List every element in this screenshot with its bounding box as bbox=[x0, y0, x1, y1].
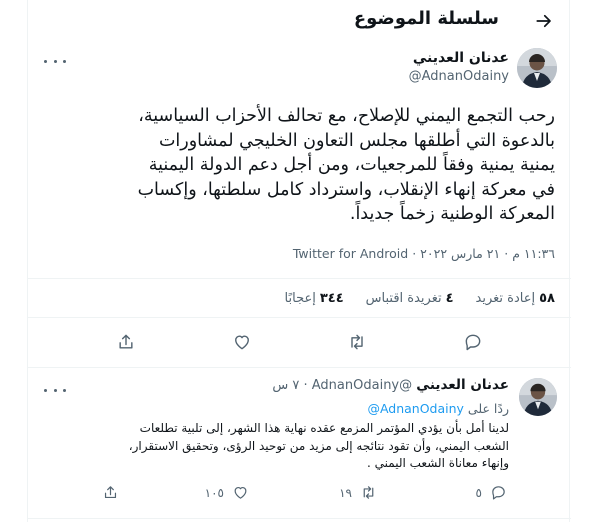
author-name[interactable]: عدنان العديني bbox=[416, 377, 509, 393]
like-button[interactable] bbox=[224, 324, 260, 360]
replying-to: ردًا على @AdnanOdainy bbox=[367, 401, 509, 416]
likes-count: ١٠٥ bbox=[204, 485, 224, 500]
reply-header: عدنان العديني @AdnanOdainy · ٧ س bbox=[272, 377, 509, 393]
tweet-meta: ١١:٣٦ م·٢١ مارس ٢٠٢٢·Twitter for Android bbox=[292, 246, 555, 261]
back-button[interactable] bbox=[531, 8, 557, 34]
tweet-actions bbox=[28, 318, 571, 366]
share-button[interactable] bbox=[102, 484, 119, 501]
share-icon bbox=[119, 334, 133, 349]
share-button[interactable] bbox=[108, 324, 144, 360]
avatar-image bbox=[517, 48, 557, 88]
author-handle[interactable]: @AdnanOdainy bbox=[409, 69, 509, 84]
quotes-count: ٤ bbox=[445, 290, 454, 306]
retweet-button[interactable] bbox=[339, 324, 375, 360]
avatar[interactable] bbox=[519, 378, 557, 416]
reply-icon bbox=[492, 486, 505, 500]
retweets-stat[interactable]: ٥٨إعادة تغريد bbox=[476, 291, 555, 306]
likes-stat[interactable]: ٣٤٤إعجابًا bbox=[285, 291, 344, 306]
retweets-count: ٥٨ bbox=[539, 290, 555, 306]
tweet-date[interactable]: ٢١ مارس ٢٠٢٢ bbox=[420, 246, 500, 261]
replying-to-mention[interactable]: @AdnanOdainy bbox=[367, 401, 464, 416]
tweet-time[interactable]: ٧ س bbox=[272, 378, 299, 393]
tweet-stats: ٥٨إعادة تغريد ٤تغريدة اقتباس ٣٤٤إعجابًا bbox=[28, 278, 571, 318]
tweet-actions: ٥ ١٩ ١٠٥ bbox=[28, 484, 571, 508]
more-options-icon[interactable] bbox=[44, 383, 66, 397]
like-button[interactable]: ١٠٥ bbox=[205, 484, 249, 501]
reply-button[interactable] bbox=[455, 324, 491, 360]
heart-icon bbox=[234, 335, 249, 350]
thread-column: سلسلة الموضوع عدنان العديني @AdnanOdainy… bbox=[27, 0, 571, 522]
reply-tweet[interactable]: عدنان العديني @AdnanOdainy · ٧ س ردًا عل… bbox=[28, 369, 571, 519]
retweet-icon bbox=[351, 334, 364, 350]
share-icon bbox=[104, 486, 117, 499]
main-tweet: عدنان العديني @AdnanOdainy رحب التجمع ال… bbox=[28, 42, 571, 368]
author-block[interactable]: عدنان العديني @AdnanOdainy bbox=[409, 50, 509, 84]
page-title: سلسلة الموضوع bbox=[353, 8, 499, 29]
author-name[interactable]: عدنان العديني bbox=[409, 50, 509, 66]
quotes-stat[interactable]: ٤تغريدة اقتباس bbox=[366, 291, 454, 306]
retweet-icon bbox=[363, 486, 374, 499]
retweets-label: إعادة تغريد bbox=[475, 290, 536, 306]
quotes-label: تغريدة اقتباس bbox=[365, 290, 442, 306]
tweet-text: لدينا أمل بأن يؤدي المؤتمر المزمع عقده ن… bbox=[128, 421, 509, 470]
replies-count: ٥ bbox=[475, 485, 482, 500]
replying-to-label: ردًا على bbox=[467, 401, 509, 416]
page-header: سلسلة الموضوع bbox=[28, 0, 571, 42]
more-options-icon[interactable] bbox=[44, 54, 66, 68]
avatar-image bbox=[519, 378, 557, 416]
tweet-text: رحب التجمع اليمني للإصلاح، مع تحالف الأح… bbox=[137, 106, 555, 224]
likes-count: ٣٤٤ bbox=[319, 290, 344, 306]
reply-button[interactable]: ٥ bbox=[476, 484, 507, 501]
tweet-source: Twitter for Android bbox=[292, 246, 409, 261]
avatar[interactable] bbox=[517, 48, 557, 88]
heart-icon bbox=[234, 486, 247, 499]
reply-icon bbox=[465, 334, 481, 351]
retweets-count: ١٩ bbox=[339, 485, 352, 500]
tweet-time[interactable]: ١١:٣٦ م bbox=[512, 246, 555, 261]
retweet-button[interactable]: ١٩ bbox=[339, 484, 377, 501]
author-handle[interactable]: @AdnanOdainy bbox=[312, 378, 412, 393]
likes-label: إعجابًا bbox=[284, 290, 316, 306]
arrow-back-icon bbox=[536, 14, 551, 28]
